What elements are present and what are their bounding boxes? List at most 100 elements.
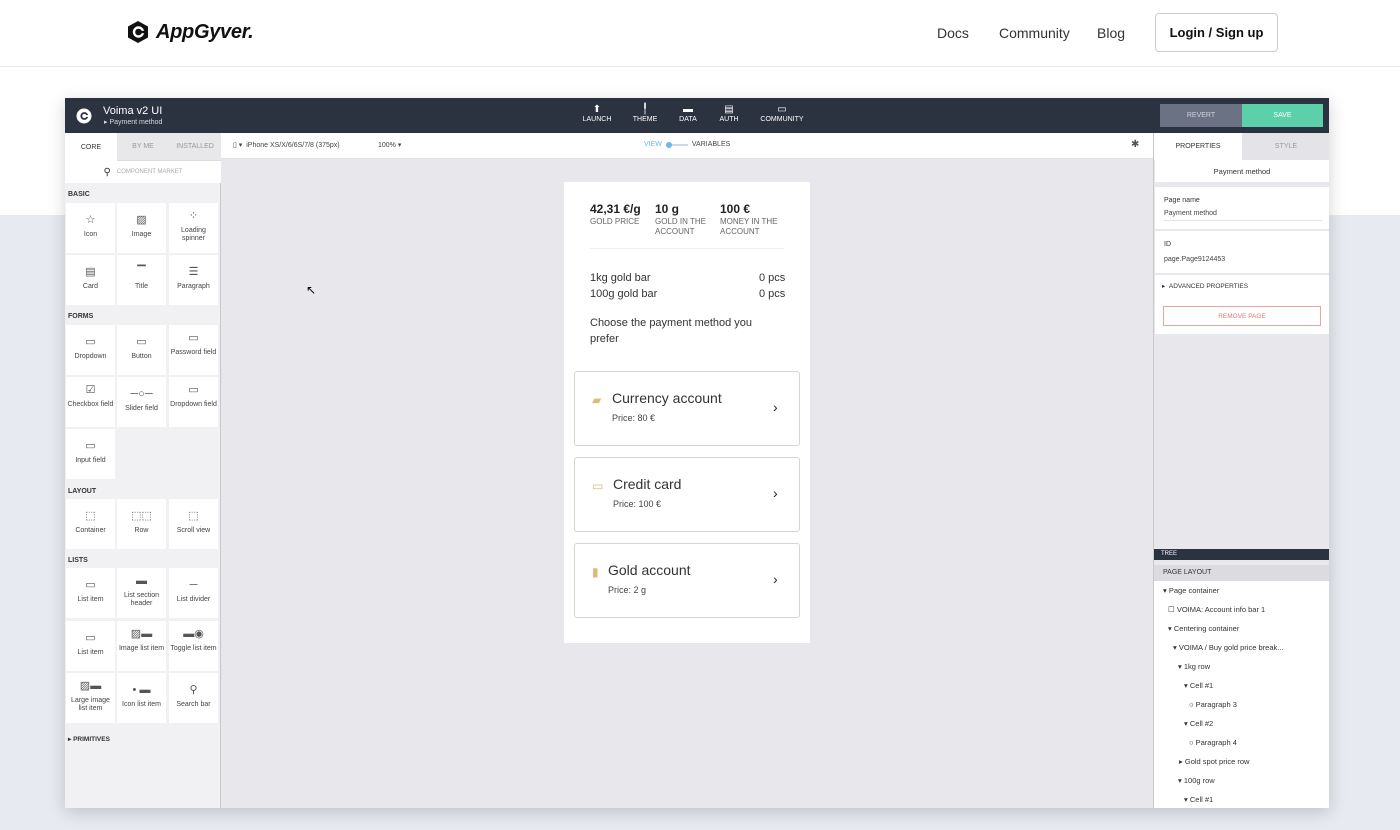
current-page-label: Payment method (109, 119, 163, 126)
component-checkbox-field[interactable]: ☑ Checkbox field (66, 377, 115, 427)
debug-bug-icon[interactable]: ✱ (1131, 139, 1139, 150)
layout-tree: ▾ Page container ☐ VOIMA: Account info b… (1154, 581, 1329, 808)
appgyver-logo[interactable]: AppGyver. (126, 20, 254, 44)
component-slider-field[interactable]: ─○─ Slider field (117, 377, 166, 427)
dropdown-field-icon: ▭ (188, 384, 199, 396)
id-value: page.Page9124453 (1164, 256, 1226, 263)
topnav-auth[interactable]: ▤ AUTH (704, 104, 754, 123)
component-icon[interactable]: ☆ Icon (66, 203, 115, 253)
tree-node[interactable]: ▾ VOIMA / Buy gold price break... (1173, 643, 1284, 652)
component-search-bar[interactable]: ⚲ Search bar (169, 673, 218, 723)
component-title[interactable]: ▔ Title (117, 255, 166, 305)
component-button[interactable]: ▭ Button (117, 325, 166, 375)
scroll-view-icon: ⬚ (188, 510, 199, 522)
tab-installed[interactable]: INSTALLED (169, 133, 221, 161)
tree-node[interactable]: ▾ Centering container (1168, 624, 1239, 633)
component-list-item[interactable]: ▭ List item (66, 621, 115, 671)
section-primitives[interactable]: ▸ PRIMITIVES (68, 735, 110, 743)
chevron-right-icon: › (773, 399, 778, 415)
toggle-switch[interactable] (665, 141, 688, 148)
component-input-field[interactable]: ▭ Input field (66, 429, 115, 479)
tree-node-label: Cell #1 (1189, 681, 1214, 690)
section-forms: FORMS (68, 313, 94, 320)
tree-node[interactable]: ▾ 100g row (1178, 776, 1215, 785)
component-container[interactable]: ⬚ Container (66, 499, 115, 549)
properties-panel: PROPERTIES STYLE Payment method Page nam… (1153, 133, 1329, 808)
tab-core[interactable]: CORE (65, 133, 117, 161)
tab-style[interactable]: STYLE (1242, 133, 1329, 160)
input-icon: ▭ (85, 440, 96, 452)
row-1kg-name: 1kg gold bar (590, 272, 651, 284)
component-list-divider[interactable]: ─ List divider (169, 568, 218, 618)
advanced-properties[interactable]: ▸ ADVANCED PROPERTIES (1155, 275, 1329, 296)
component-icon-list-item[interactable]: • ▬ Icon list item (117, 673, 166, 723)
device-selector[interactable]: ▯ ▾ iPhone XS/X/6/6S/7/8 (375px) (233, 141, 340, 149)
mouse-cursor-icon: ↖ (306, 283, 317, 297)
component-scroll-view[interactable]: ⬚ Scroll view (169, 499, 218, 549)
nav-docs[interactable]: Docs (937, 25, 969, 41)
component-label: Container (75, 527, 106, 534)
component-list-item[interactable]: ▭ List item (66, 568, 115, 618)
component-dropdown[interactable]: ▭ Dropdown (66, 325, 115, 375)
nav-community[interactable]: Community (999, 25, 1070, 41)
remove-page-button[interactable]: REMOVE PAGE (1163, 306, 1321, 326)
page-name-input[interactable]: Payment method (1164, 210, 1322, 221)
save-button[interactable]: SAVE (1242, 104, 1323, 127)
canvas-toolbar: ▯ ▾ iPhone XS/X/6/6S/7/8 (375px) 100% ▾ … (221, 133, 1153, 159)
tab-properties[interactable]: PROPERTIES (1154, 133, 1242, 160)
page-layout-header[interactable]: PAGE LAYOUT (1154, 565, 1329, 581)
zoom-selector[interactable]: 100% ▾ (378, 141, 401, 149)
component-label: List item (77, 596, 104, 603)
component-dropdown-field[interactable]: ▭ Dropdown field (169, 377, 218, 427)
tree-node[interactable]: ▾ Cell #1 (1184, 681, 1213, 690)
component-label: List divider (176, 596, 211, 603)
component-paragraph[interactable]: ☰ Paragraph (169, 255, 218, 305)
component-list-section-header[interactable]: ▬ List section header (117, 568, 166, 618)
tree-node[interactable]: ○ Paragraph 3 (1189, 700, 1237, 709)
tree-node-label: Page container (1168, 586, 1220, 595)
nav-blog[interactable]: Blog (1097, 25, 1125, 41)
project-name[interactable]: Voima v2 UI (103, 105, 162, 117)
current-page-name[interactable]: ▸ Payment method (104, 118, 162, 126)
component-password-field[interactable]: ▭ Password field (169, 325, 218, 375)
tree-node[interactable]: ▾ 1kg row (1178, 662, 1210, 671)
chevron-right-icon: › (773, 485, 778, 501)
component-image-list-item[interactable]: ▨▬ Image list item (117, 621, 166, 671)
payment-credit-card[interactable]: ▭ Credit card Price: 100 € › (574, 457, 800, 532)
gold-price-label: GOLD PRICE (590, 217, 640, 226)
revert-button[interactable]: REVERT (1160, 104, 1242, 127)
payment-currency-account[interactable]: ▰ Currency account Price: 80 € › (574, 371, 800, 446)
payment-gold-account[interactable]: ▮ Gold account Price: 2 g › (574, 543, 800, 618)
component-panel: CORE BY ME INSTALLED ⚲ COMPONENT MARKET … (65, 133, 221, 808)
tree-node[interactable]: ▾ Cell #2 (1184, 719, 1213, 728)
rocket-icon: ⬆ (592, 104, 602, 115)
topnav-label: DATA (679, 116, 697, 123)
canvas-area: ▯ ▾ iPhone XS/X/6/6S/7/8 (375px) 100% ▾ … (221, 133, 1153, 808)
component-image[interactable]: ▨ Image (117, 203, 166, 253)
app-logo-icon[interactable] (76, 108, 92, 124)
section-primitives-label: PRIMITIVES (73, 736, 110, 743)
payment-title: Gold account (608, 562, 691, 578)
component-loading-spinner[interactable]: ⁘ Loading spinner (169, 203, 218, 253)
tree-node[interactable]: ▾ Cell #1 (1184, 795, 1213, 804)
topnav-label: THEME (632, 116, 658, 123)
tree-node[interactable]: ☐ VOIMA: Account info bar 1 (1168, 605, 1265, 614)
section-lists: LISTS (68, 557, 88, 564)
payment-title: Credit card (613, 476, 682, 492)
tree-node[interactable]: ▾ Page container (1163, 586, 1219, 595)
component-label: Scroll view (176, 527, 211, 534)
topnav-launch[interactable]: ⬆ LAUNCH (572, 104, 622, 123)
view-variables-toggle[interactable]: VIEW VARIABLES (644, 141, 730, 148)
component-market-search[interactable]: ⚲ COMPONENT MARKET (65, 161, 221, 183)
image-icon: ▨ (136, 214, 147, 226)
component-large-image-list-item[interactable]: ▨▬ Large image list item (66, 673, 115, 723)
tab-by-me[interactable]: BY ME (117, 133, 169, 161)
tree-node[interactable]: ▸ Gold spot price row (1179, 757, 1249, 766)
component-row[interactable]: ⬚⬚ Row (117, 499, 166, 549)
stats-divider (590, 248, 784, 249)
login-signup-button[interactable]: Login / Sign up (1155, 13, 1278, 52)
component-card[interactable]: ▤ Card (66, 255, 115, 305)
topnav-community[interactable]: ▭ COMMUNITY (757, 104, 807, 123)
component-toggle-list-item[interactable]: ▬◉ Toggle list item (169, 621, 218, 671)
tree-node[interactable]: ○ Paragraph 4 (1189, 738, 1237, 747)
